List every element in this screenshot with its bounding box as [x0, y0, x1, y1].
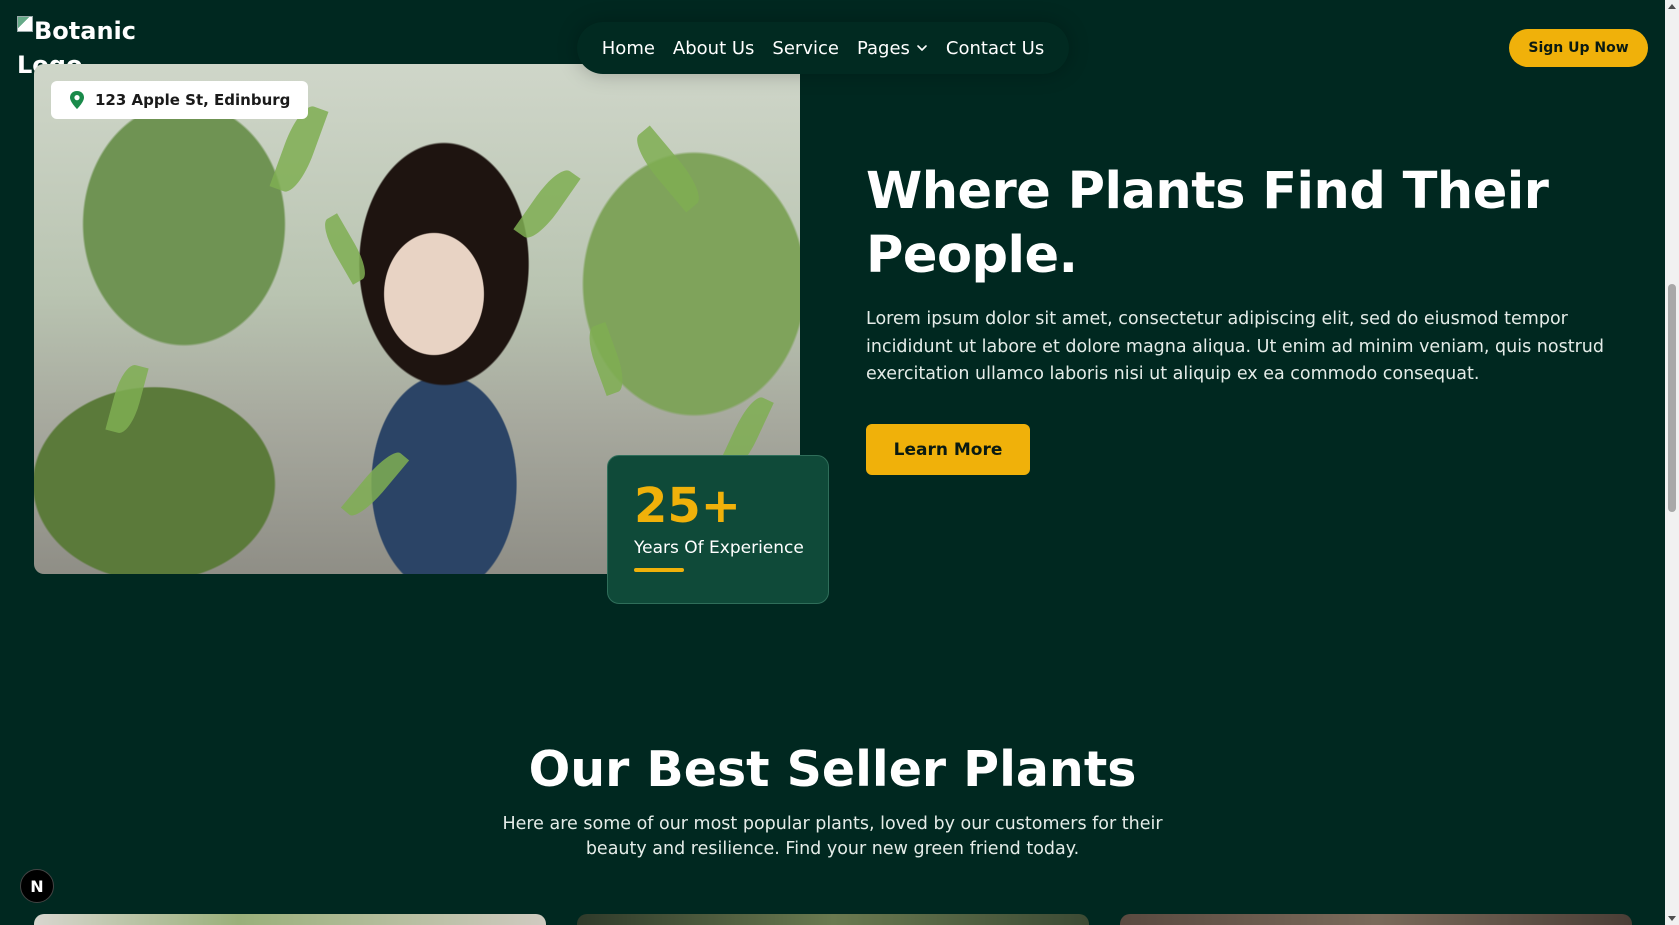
product-card-2[interactable]: [577, 914, 1089, 925]
page-scrollbar[interactable]: [1665, 0, 1679, 925]
best-seller-title: Our Best Seller Plants: [528, 741, 1137, 798]
hero-description: Lorem ipsum dolor sit amet, consectetur …: [866, 309, 1604, 384]
nav-link-pages[interactable]: Pages: [857, 38, 928, 59]
experience-number: 25+: [634, 478, 742, 534]
main-nav: Home About Us Service Pages Contact Us: [577, 22, 1069, 74]
learn-more-button[interactable]: Learn More: [866, 424, 1030, 475]
nav-link-service[interactable]: Service: [772, 38, 839, 59]
nav-link-contact[interactable]: Contact Us: [946, 38, 1044, 59]
address-text: 123 Apple St, Edinburg: [95, 91, 291, 109]
map-pin-icon: [70, 91, 84, 109]
dev-tools-badge[interactable]: N: [20, 869, 54, 903]
scroll-down-arrow-icon[interactable]: [1668, 916, 1676, 921]
sign-up-button[interactable]: Sign Up Now: [1509, 29, 1648, 67]
nav-link-home[interactable]: Home: [602, 38, 655, 59]
experience-underline: [634, 568, 684, 572]
product-card-3[interactable]: [1120, 914, 1632, 925]
experience-label: Years Of Experience: [634, 538, 804, 558]
address-badge: 123 Apple St, Edinburg: [51, 81, 309, 119]
hero-title: Where Plants Find Their People.: [866, 162, 1549, 285]
chevron-down-icon: [917, 45, 927, 51]
nav-link-about[interactable]: About Us: [673, 38, 755, 59]
nav-link-pages-label: Pages: [856, 37, 910, 59]
experience-card: 25+ Years Of Experience: [607, 455, 829, 604]
best-seller-description: Here are some of our most popular plants…: [502, 814, 1163, 859]
product-card-1[interactable]: [34, 914, 546, 925]
scroll-up-arrow-icon[interactable]: [1668, 4, 1676, 9]
scrollbar-thumb[interactable]: [1668, 284, 1676, 512]
broken-image-icon: [17, 16, 33, 32]
